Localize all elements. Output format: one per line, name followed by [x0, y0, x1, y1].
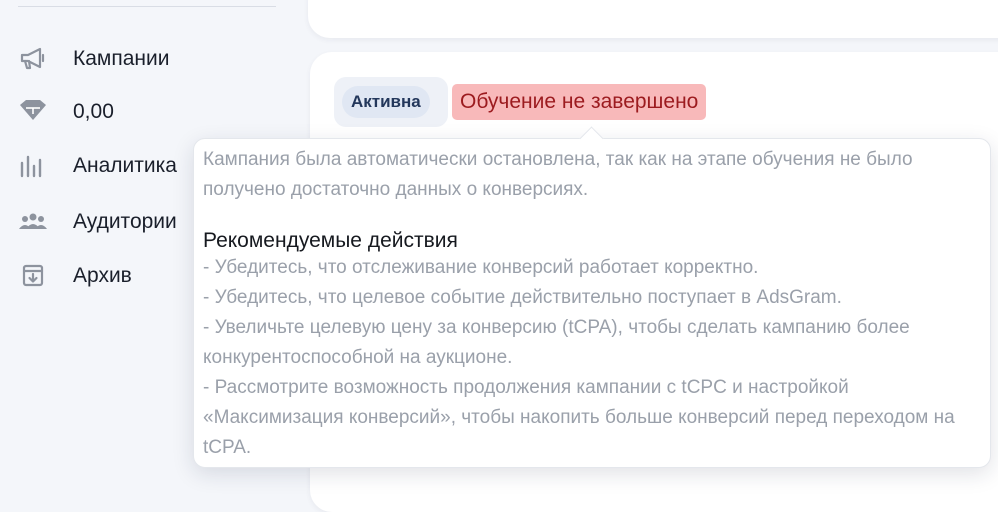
sidebar-divider	[18, 6, 276, 7]
status-badge-active: Активна	[342, 86, 430, 118]
sidebar-item-label: 0,00	[73, 100, 114, 123]
megaphone-icon	[18, 46, 54, 72]
tooltip-action-item: - Рассмотрите возможность продолжения ка…	[203, 377, 955, 458]
diamond-icon	[18, 99, 54, 125]
tooltip-action-item: - Увеличьте целевую цену за конверсию (t…	[203, 317, 910, 368]
sidebar-item-label: Архив	[73, 264, 132, 287]
tooltip-action-item: - Убедитесь, что отслеживание конверсий …	[203, 257, 759, 278]
archive-box-icon	[18, 263, 54, 289]
learning-status-badge[interactable]: Обучение не завершено	[452, 84, 707, 120]
sidebar-item-campaigns[interactable]: Кампании	[18, 39, 288, 79]
learning-tooltip: Кампания была автоматически остановлена,…	[193, 138, 991, 468]
campaign-card-previous	[308, 0, 998, 38]
sidebar-item-label: Аналитика	[73, 154, 177, 177]
audience-group-icon	[18, 209, 54, 235]
sidebar-item-balance[interactable]: 0,00	[18, 92, 288, 132]
sidebar-item-label: Кампании	[73, 47, 170, 70]
tooltip-description: Кампания была автоматически остановлена,…	[203, 149, 913, 200]
tooltip-action-item: - Убедитесь, что целевое событие действи…	[203, 287, 842, 308]
sidebar-item-label: Аудитории	[73, 210, 177, 233]
analytics-bars-icon	[18, 153, 54, 179]
